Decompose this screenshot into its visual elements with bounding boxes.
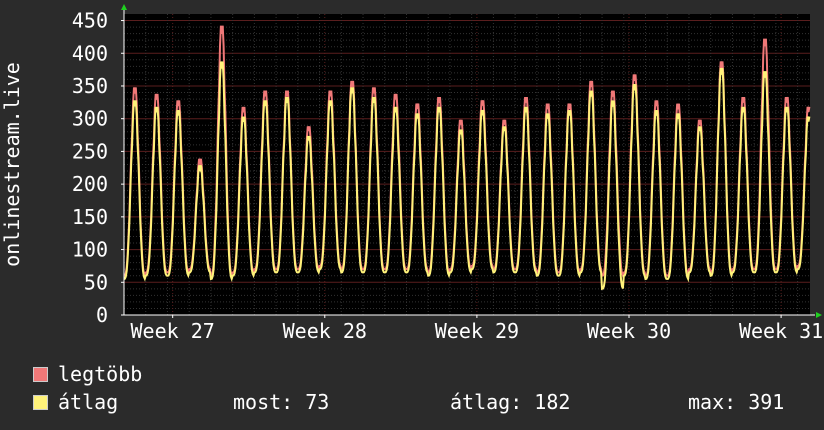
legend-label-max: legtöbb <box>58 362 143 386</box>
y-tick-label: 50 <box>84 270 108 294</box>
x-tick-label: Week 28 <box>283 319 367 343</box>
x-tick-label: Week 30 <box>587 319 671 343</box>
legend-now-value: most: 73 <box>233 390 330 414</box>
legend-max-value: max: 391 <box>688 390 785 414</box>
y-tick-label: 450 <box>72 9 108 33</box>
chart-container: 0 50 100 150 200 250 300 350 400 450 Week 27 Week … <box>0 0 824 430</box>
y-tick-label: 200 <box>72 172 108 196</box>
y-tick-label: 300 <box>72 107 108 131</box>
y-tick-label: 250 <box>72 139 108 163</box>
y-tick-label: 400 <box>72 41 108 65</box>
x-tick-label: Week 27 <box>131 319 215 343</box>
y-tick-label: 150 <box>72 205 108 229</box>
y-tick-label: 350 <box>72 74 108 98</box>
legend-avg-value: átlag: 182 <box>450 390 571 414</box>
y-tick-labels: 0 50 100 150 200 250 300 350 400 450 <box>72 9 108 327</box>
y-tick-label: 0 <box>96 303 108 327</box>
legend-swatch-max <box>33 367 48 382</box>
x-tick-labels: Week 27 Week 28 Week 29 Week 30 Week 31 <box>131 319 824 343</box>
x-axis-arrow <box>816 312 822 318</box>
x-tick-label: Week 31 <box>739 319 823 343</box>
legend-label-avg: átlag <box>58 390 119 414</box>
y-tick-label: 100 <box>72 238 108 262</box>
x-tick-label: Week 29 <box>435 319 519 343</box>
legend-swatch-avg <box>33 395 48 410</box>
y-axis-label: onlinestream.live <box>0 62 24 267</box>
y-axis-arrow <box>121 4 127 10</box>
